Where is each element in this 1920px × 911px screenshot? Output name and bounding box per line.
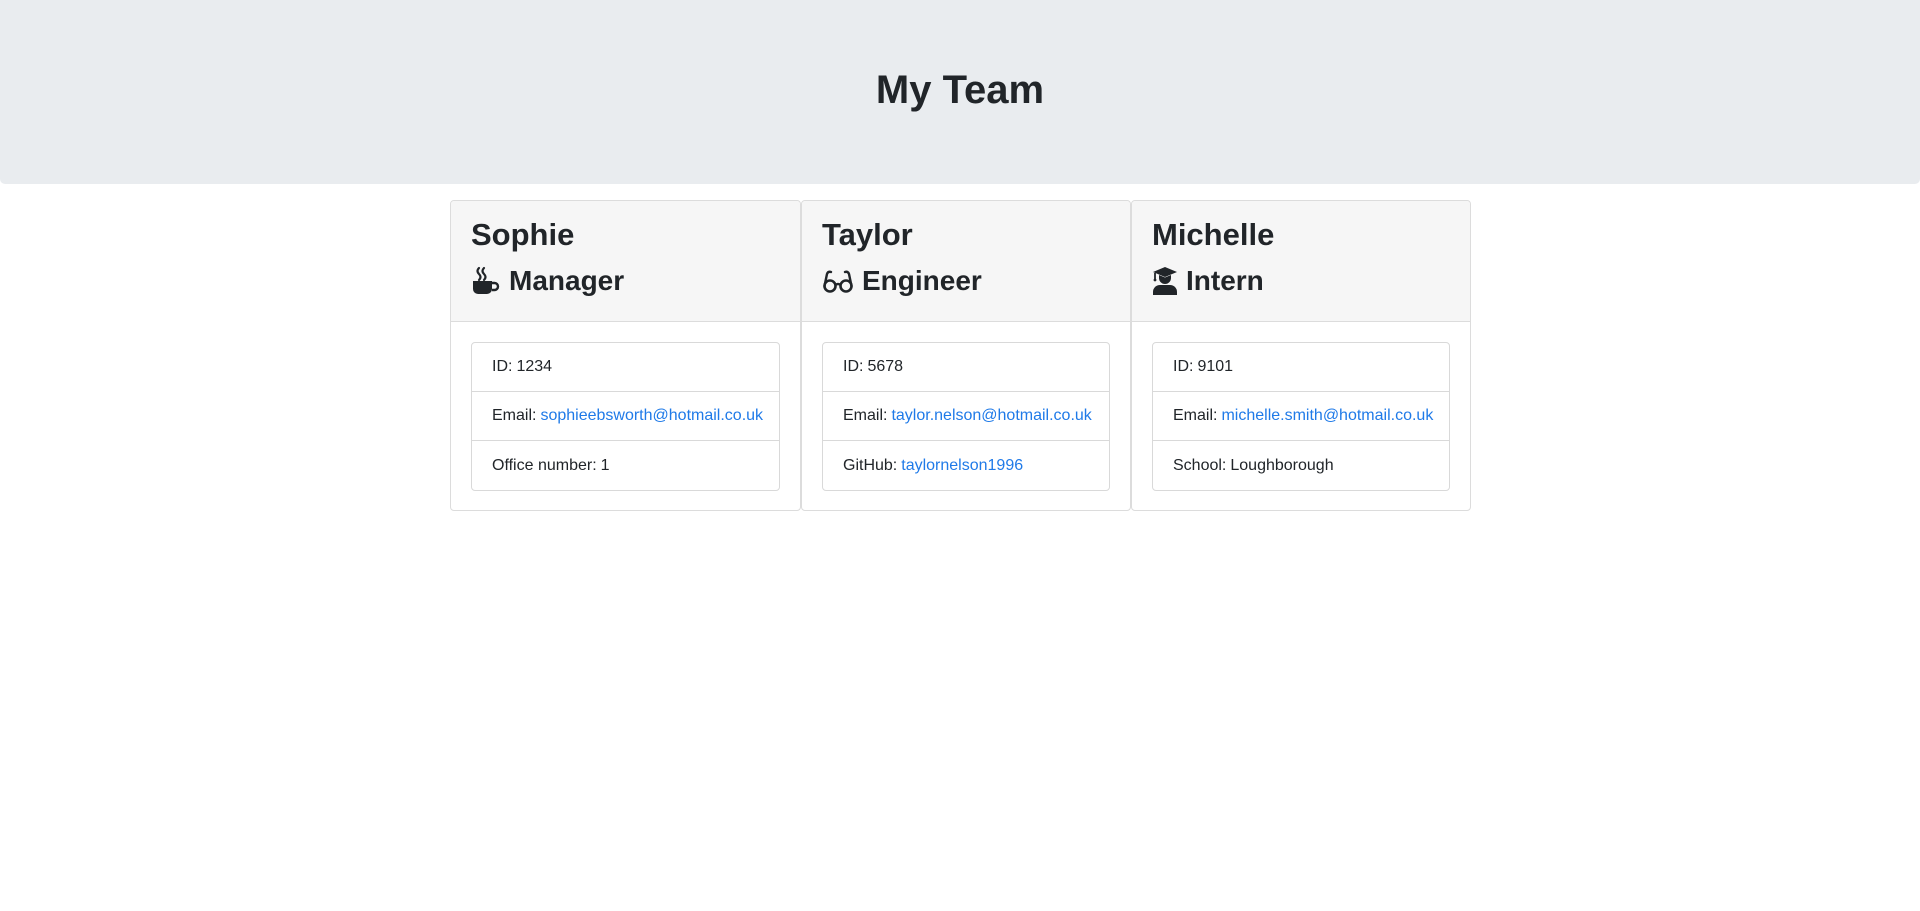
id-value: 1234 [516,358,553,375]
school-value: Loughborough [1230,456,1334,474]
employee-role: Manager [471,261,780,301]
office-number-label: Office number: [492,456,597,474]
id-label: ID: [843,358,864,375]
employee-details: ID: 5678 Email: taylor.nelson@hotmail.co… [822,342,1110,491]
team-cards: Sophie Manager ID: 1234 Email: sophieebs… [450,200,1471,511]
employee-email: Email: sophieebsworth@hotmail.co.uk [472,392,779,441]
id-value: 9101 [1197,358,1234,375]
github-label: GitHub: [843,456,898,474]
employee-card-intern: Michelle Intern ID: 9101 Email: michelle… [1131,200,1471,511]
role-label: Engineer [862,265,982,296]
employee-email: Email: taylor.nelson@hotmail.co.uk [823,392,1109,441]
employee-name: Taylor [822,217,913,252]
card-body: ID: 5678 Email: taylor.nelson@hotmail.co… [802,322,1130,510]
employee-github: GitHub: taylornelson1996 [823,441,1109,490]
card-body: ID: 9101 Email: michelle.smith@hotmail.c… [1132,322,1470,510]
employee-id: ID: 5678 [823,343,1109,392]
email-label: Email: [492,407,537,424]
employee-details: ID: 1234 Email: sophieebsworth@hotmail.c… [471,342,780,491]
employee-card-engineer: Taylor Engineer ID: 5678 Email: taylor.n… [801,200,1131,511]
employee-name: Michelle [1152,217,1275,252]
employee-card-manager: Sophie Manager ID: 1234 Email: sophieebs… [450,200,801,511]
github-link[interactable]: taylornelson1996 [901,457,1023,475]
employee-details: ID: 9101 Email: michelle.smith@hotmail.c… [1152,342,1450,491]
employee-id: ID: 9101 [1153,343,1449,392]
email-label: Email: [1173,407,1218,424]
employee-email: Email: michelle.smith@hotmail.co.uk [1153,392,1449,441]
role-label: Manager [509,265,625,296]
email-link[interactable]: michelle.smith@hotmail.co.uk [1221,407,1433,425]
employee-role: Intern [1152,261,1450,301]
employee-school: School: Loughborough [1153,441,1449,490]
email-link[interactable]: sophieebsworth@hotmail.co.uk [540,407,763,425]
card-header: Taylor Engineer [802,201,1130,322]
page-header: My Team [0,0,1920,184]
glasses-icon [822,266,854,296]
coffee-icon [471,266,501,296]
id-value: 5678 [867,358,904,375]
card-header: Sophie Manager [451,201,800,322]
id-label: ID: [1173,358,1194,375]
employee-name: Sophie [471,217,575,252]
email-link[interactable]: taylor.nelson@hotmail.co.uk [891,407,1091,425]
employee-id: ID: 1234 [472,343,779,392]
employee-role: Engineer [822,261,1110,301]
page-title: My Team [875,67,1045,112]
card-body: ID: 1234 Email: sophieebsworth@hotmail.c… [451,322,800,510]
email-label: Email: [843,407,888,424]
employee-office-number: Office number: 1 [472,441,779,490]
id-label: ID: [492,358,513,375]
graduate-icon [1152,266,1178,296]
office-number-value: 1 [600,456,610,474]
card-header: Michelle Intern [1132,201,1470,322]
school-label: School: [1173,456,1227,474]
role-label: Intern [1186,265,1264,296]
